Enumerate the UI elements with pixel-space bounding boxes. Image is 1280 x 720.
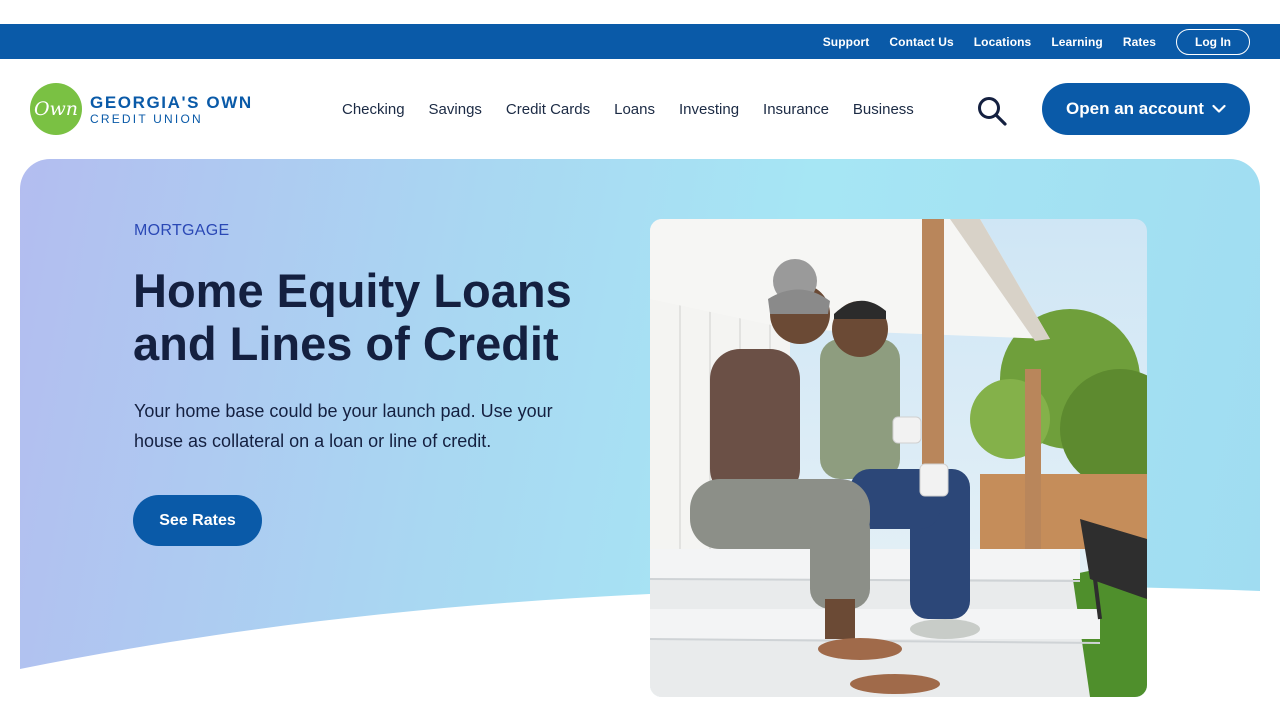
learning-link[interactable]: Learning <box>1051 35 1102 49</box>
nav-item-business[interactable]: Business <box>853 101 914 118</box>
logo-badge: Own <box>30 83 82 135</box>
nav-item-loans[interactable]: Loans <box>614 101 655 118</box>
utility-links: Support Contact Us Locations Learning Ra… <box>803 24 1250 59</box>
primary-nav-links: Checking Savings Credit Cards Loans Inve… <box>342 59 938 159</box>
contact-us-link[interactable]: Contact Us <box>889 35 953 49</box>
nav-item-investing[interactable]: Investing <box>679 101 739 118</box>
locations-link[interactable]: Locations <box>974 35 1032 49</box>
logo-name-line1: GEORGIA'S OWN <box>90 92 253 112</box>
open-account-button[interactable]: Open an account <box>1042 83 1250 135</box>
nav-item-insurance[interactable]: Insurance <box>763 101 829 118</box>
hero-photo <box>650 219 1147 697</box>
hero-eyebrow: MORTGAGE <box>134 222 230 239</box>
hero-title: Home Equity Loans and Lines of Credit <box>133 264 572 370</box>
nav-item-checking[interactable]: Checking <box>342 101 405 118</box>
chevron-down-icon <box>1212 104 1226 113</box>
search-icon[interactable] <box>976 95 1008 127</box>
nav-item-credit-cards[interactable]: Credit Cards <box>506 101 590 118</box>
login-button[interactable]: Log In <box>1176 28 1250 55</box>
nav-item-savings[interactable]: Savings <box>429 101 482 118</box>
see-rates-button[interactable]: See Rates <box>133 495 262 546</box>
brand-logo[interactable]: Own GEORGIA'S OWN CREDIT UNION <box>30 83 253 135</box>
support-link[interactable]: Support <box>823 35 870 49</box>
logo-name-line2: CREDIT UNION <box>90 111 203 126</box>
utility-bar: Support Contact Us Locations Learning Ra… <box>0 24 1280 59</box>
hero-description: Your home base could be your launch pad.… <box>134 401 553 451</box>
rates-link[interactable]: Rates <box>1123 35 1156 49</box>
open-account-label: Open an account <box>1066 99 1204 118</box>
main-navigation: Own GEORGIA'S OWN CREDIT UNION Checking … <box>0 59 1280 159</box>
logo-wordmark: GEORGIA'S OWN CREDIT UNION <box>90 93 253 126</box>
